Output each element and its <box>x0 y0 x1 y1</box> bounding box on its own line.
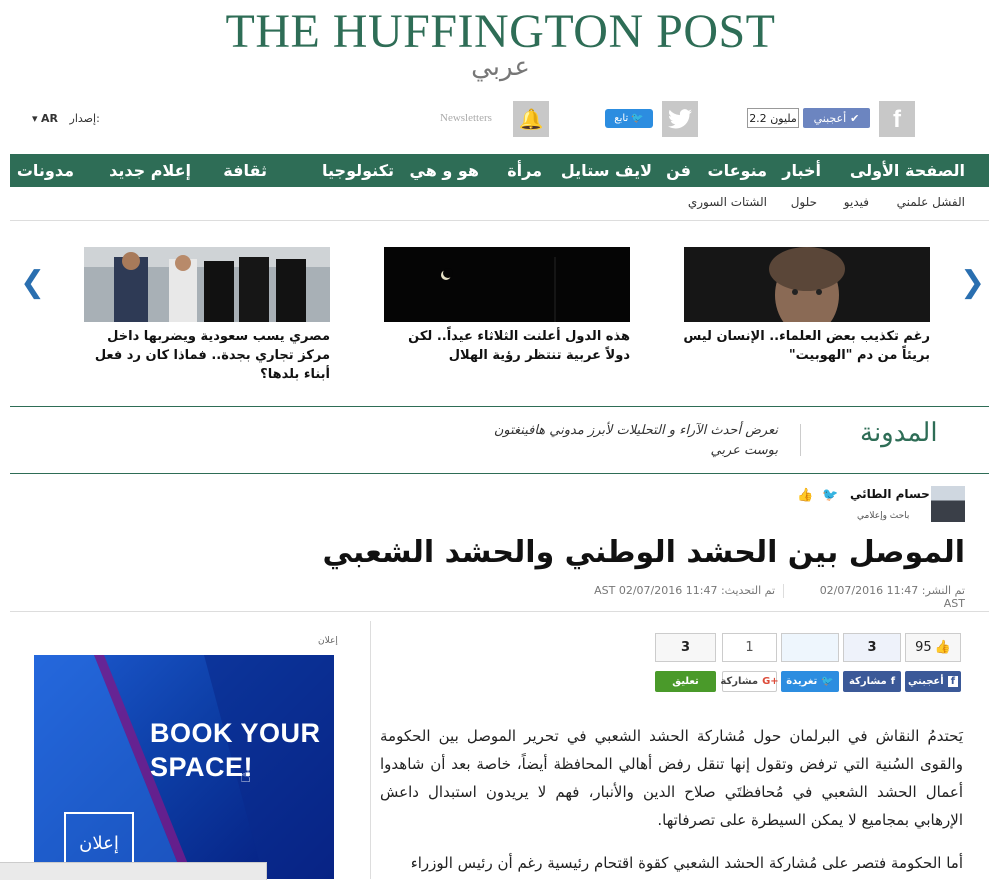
twitter-icon[interactable] <box>662 101 698 137</box>
nav-item-lifestyle[interactable]: لايف ستايل <box>561 154 652 187</box>
nav-item-he-and-she[interactable]: هو و هي <box>410 154 480 187</box>
nav-item-culture[interactable]: ثقافة <box>223 154 267 187</box>
column-divider <box>370 621 371 879</box>
ad-headline[interactable]: BOOK YOUR SPACE! <box>150 716 321 784</box>
nav-item-blogs[interactable]: مدونات <box>17 154 74 187</box>
cursor-hand-icon: ☝ <box>240 766 251 787</box>
divider <box>10 406 989 407</box>
google-plus-icon: G+ <box>762 676 779 687</box>
story-caption[interactable]: رغم تكذيب بعض العلماء.. الإنسان ليس بريئ… <box>680 327 930 365</box>
facebook-icon: f <box>890 676 896 687</box>
facebook-like-share-button[interactable]: أعجبني f <box>905 671 961 692</box>
story-caption[interactable]: هذه الدول أعلنت الثلاثاء عيداً.. لكن دول… <box>380 327 630 365</box>
author-like-icon[interactable]: 👍 <box>797 488 813 503</box>
story-thumbnail-mall[interactable] <box>84 247 330 322</box>
ad-headline-line2: SPACE! <box>150 752 254 782</box>
twitter-bird-icon: 🐦 <box>821 676 834 687</box>
facebook-share-count: 3 <box>843 633 901 662</box>
site-logo[interactable]: THE HUFFINGTON POST <box>0 4 1001 59</box>
story-thumbnail-moon[interactable] <box>384 247 630 322</box>
updated-date: تم التحديث: 11:47 02/07/2016 AST <box>594 584 775 597</box>
blog-section-description: نعرض أحدث الآراء و التحليلات لأبرز مدوني… <box>493 423 778 458</box>
thumbs-up-icon: 👍 <box>934 640 951 655</box>
facebook-like-button[interactable]: أعجبني ✔ <box>803 108 870 128</box>
main-nav: الصفحة الأولى أخبار منوعات فن لايف ستايل… <box>10 154 989 187</box>
tweet-label: تغريدة <box>786 676 818 687</box>
story-caption[interactable]: مصري يسب سعودية ويضربها داخل مركز تجاري … <box>80 327 330 384</box>
divider <box>10 473 989 474</box>
chevron-down-icon: ▾ <box>32 112 38 125</box>
ad-headline-line1: BOOK YOUR <box>150 718 321 748</box>
twitter-bird-icon: 🐦 <box>631 113 644 124</box>
tweet-count <box>781 633 839 662</box>
twitter-follow-button[interactable]: تابع 🐦 <box>605 109 653 128</box>
face-illustration <box>684 247 930 322</box>
comment-button[interactable]: تعليق <box>655 671 716 692</box>
subnav-item-failure[interactable]: الفشل علمني <box>897 195 965 209</box>
bell-icon[interactable]: 🔔 <box>513 101 549 137</box>
check-icon: ✔ <box>850 111 860 125</box>
ad-label: إعلان <box>318 636 338 646</box>
nav-item-misc[interactable]: منوعات <box>708 154 767 187</box>
facebook-icon: f <box>947 676 959 687</box>
nav-item-front-page[interactable]: الصفحة الأولى <box>850 154 965 187</box>
like-label: أعجبني <box>907 676 944 687</box>
share-label: مشاركة <box>848 676 887 687</box>
gplus-label: مشاركة <box>720 676 759 687</box>
follow-label: تابع <box>614 113 629 124</box>
subnav-item-video[interactable]: فيديو <box>844 195 869 209</box>
edition-value: AR <box>41 112 59 125</box>
site-logo-subtitle: عربي <box>471 52 530 82</box>
carousel-next-arrow-icon[interactable]: ❯ <box>960 265 985 300</box>
article-title: الموصل بين الحشد الوطني والحشد الشعبي <box>322 535 965 570</box>
horizontal-scrollbar[interactable] <box>0 862 267 880</box>
subnav-item-syrian-diaspora[interactable]: الشتات السوري <box>688 195 767 209</box>
edition-selector[interactable]: ▾ AR إصدار: <box>32 112 100 125</box>
story-thumbnail-hobbit[interactable] <box>684 247 930 322</box>
divider <box>10 220 989 221</box>
nav-item-news[interactable]: أخبار <box>782 154 821 187</box>
divider <box>783 584 784 598</box>
blog-section-title[interactable]: المدونة <box>860 418 938 448</box>
author-twitter-icon[interactable]: 🐦 <box>822 488 838 503</box>
nav-item-new-media[interactable]: إعلام جديد <box>109 154 191 187</box>
nav-item-woman[interactable]: مرأة <box>507 154 542 187</box>
comment-count: 3 <box>655 633 716 662</box>
like-count-value: 95 <box>915 640 932 655</box>
nav-item-technology[interactable]: تكنولوجيا <box>322 154 394 187</box>
like-button-label: أعجبني <box>813 111 847 125</box>
author-role: باحث وإعلامي <box>857 511 910 521</box>
facebook-icon[interactable]: f <box>879 101 915 137</box>
subnav-item-solutions[interactable]: حلول <box>791 195 817 209</box>
tweet-button[interactable]: تغريدة 🐦 <box>781 671 839 692</box>
published-date: تم النشر: 11:47 02/07/2016 AST <box>819 584 965 610</box>
like-count-badge: 2.2 مليون <box>747 108 799 128</box>
edition-label: إصدار: <box>69 112 100 125</box>
nav-item-art[interactable]: فن <box>666 154 691 187</box>
shoppers-illustration <box>84 247 330 322</box>
gplus-count: 1 <box>722 633 777 662</box>
newsletters-link[interactable]: Newsletters <box>440 112 492 124</box>
article-paragraph: يَحتدمُ النقاش في البرلمان حول مُشاركة ا… <box>380 727 963 829</box>
article-paragraph: أما الحكومة فتصر على مُشاركة الحشد الشعب… <box>410 854 963 872</box>
divider <box>10 611 989 612</box>
author-name[interactable]: حسام الطائي <box>850 487 930 501</box>
gplus-share-button[interactable]: مشاركة G+ <box>720 671 779 692</box>
facebook-like-count: 95 👍 <box>905 633 961 662</box>
divider <box>800 424 801 456</box>
crescent-moon-illustration <box>384 247 630 322</box>
carousel-prev-arrow-icon[interactable]: ❮ <box>20 265 45 300</box>
author-avatar[interactable] <box>931 486 965 522</box>
facebook-share-button[interactable]: مشاركة f <box>843 671 901 692</box>
